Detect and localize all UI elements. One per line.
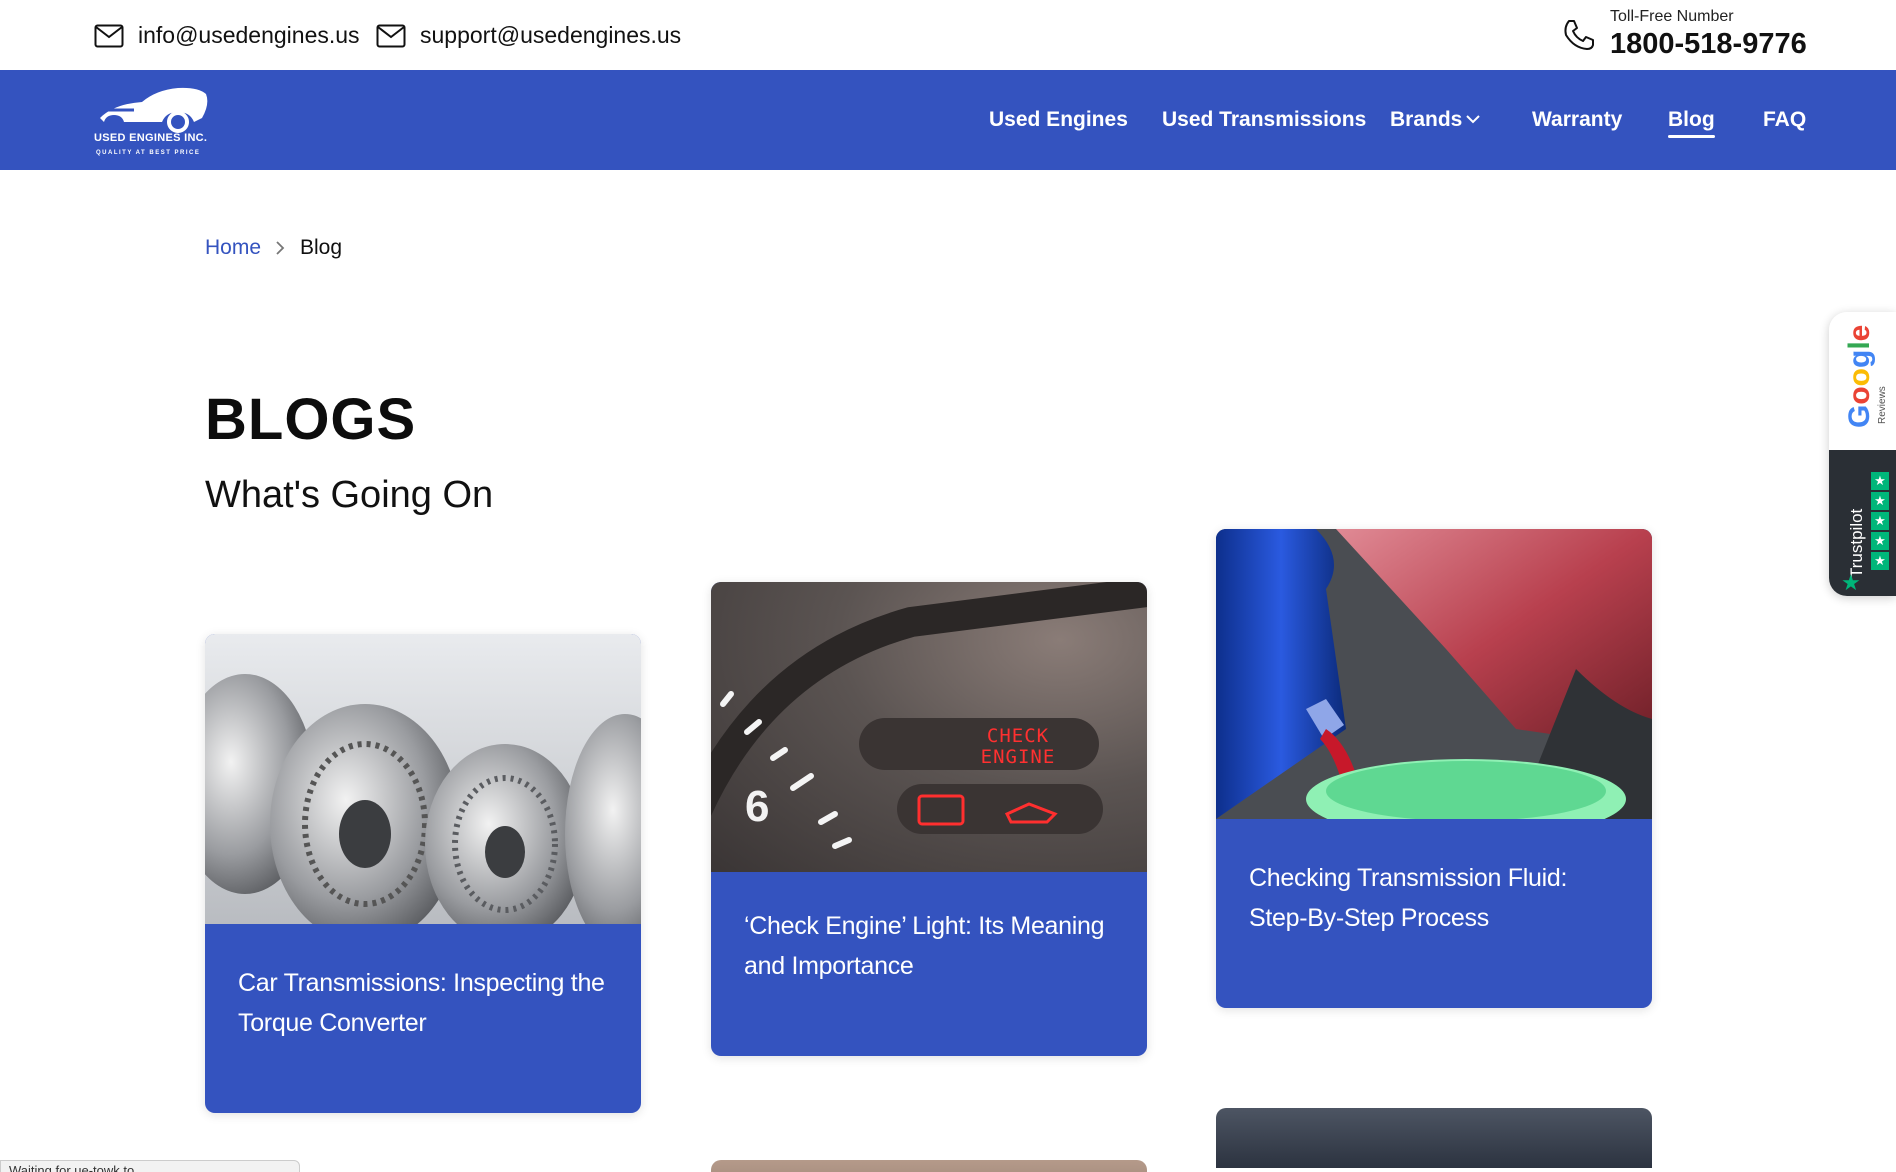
tollfree-label: Toll-Free Number — [1610, 8, 1734, 25]
torque-converter-image — [205, 634, 641, 954]
top-contact-bar: info@usedengines.us support@usedengines.… — [0, 0, 1896, 70]
check-engine-light-text: CHECK ENGINE — [980, 725, 1056, 768]
google-reviews-badge[interactable]: Google Reviews — [1829, 312, 1896, 450]
support-email-text: support@usedengines.us — [420, 22, 682, 48]
trustpilot-badge[interactable]: Trustpilot ★ ★ ★ ★ ★ ★ — [1829, 450, 1896, 596]
card-title: ‘Check Engine’ Light: Its Meaning and Im… — [744, 912, 1105, 980]
main-navbar: USED ENGINES INC. QUALITY AT BEST PRICE … — [0, 70, 1896, 170]
phone-icon[interactable] — [1562, 18, 1596, 52]
info-email-text: info@usedengines.us — [138, 22, 360, 48]
page-title: BLOGS — [205, 387, 417, 452]
star-icon: ★ — [1871, 472, 1889, 490]
page-subtitle: What's Going On — [205, 474, 494, 516]
logo-car-icon[interactable] — [94, 82, 214, 160]
nav-warranty[interactable]: Warranty — [1532, 108, 1622, 132]
nav-used-engines[interactable]: Used Engines — [989, 108, 1128, 132]
transmission-fluid-image — [1216, 529, 1652, 839]
nav-blog-label: Blog — [1668, 108, 1715, 131]
check-engine-dashboard-image: CHECK ENGINE 6 — [711, 582, 1147, 872]
gauge-number: 6 — [745, 782, 770, 831]
nav-faq[interactable]: FAQ — [1763, 108, 1806, 132]
mail-icon — [376, 24, 406, 47]
info-email-link[interactable]: info@usedengines.us — [94, 22, 360, 49]
blog-card-torque-converter[interactable]: Car Transmissions: Inspecting the Torque… — [205, 634, 641, 1113]
support-email-link[interactable]: support@usedengines.us — [376, 22, 681, 49]
star-icon: ★ — [1871, 552, 1889, 570]
trustpilot-rating-stars: ★ ★ ★ ★ ★ — [1871, 472, 1889, 572]
mail-icon — [94, 24, 124, 47]
reviews-widget[interactable]: Google Reviews Trustpilot ★ ★ ★ ★ ★ ★ — [1829, 312, 1896, 596]
dashboard-graphic — [711, 582, 1147, 849]
google-reviews-label: Reviews — [1877, 386, 1888, 424]
blog-card-transmission-fluid[interactable]: Checking Transmission Fluid: Step-By-Ste… — [1216, 529, 1652, 1008]
card-title: Checking Transmission Fluid: Step-By-Ste… — [1249, 864, 1568, 932]
star-icon: ★ — [1871, 492, 1889, 510]
breadcrumb-current: Blog — [300, 236, 343, 259]
blog-card-partial[interactable] — [1216, 1108, 1652, 1168]
chevron-down-icon[interactable] — [1466, 114, 1480, 124]
google-logo-text: Google — [1843, 324, 1876, 428]
blog-card-partial[interactable] — [711, 1160, 1147, 1172]
card-title: Car Transmissions: Inspecting the Torque… — [238, 969, 605, 1037]
nav-blog[interactable]: Blog — [1668, 108, 1715, 138]
active-underline — [1668, 135, 1715, 138]
breadcrumb-home[interactable]: Home — [205, 236, 261, 260]
brand-name: USED ENGINES INC. — [94, 132, 208, 144]
star-icon: ★ — [1871, 512, 1889, 530]
star-icon: ★ — [1871, 532, 1889, 550]
browser-status-bar: Waiting for ue-towk.to... — [0, 1160, 300, 1172]
chevron-right-icon — [276, 241, 285, 255]
nav-brands[interactable]: Brands — [1390, 108, 1462, 132]
blog-card-check-engine[interactable]: CHECK ENGINE 6 ‘Check Engine’ Light: Its… — [711, 582, 1147, 1056]
nav-used-transmissions[interactable]: Used Transmissions — [1162, 108, 1366, 132]
tollfree-number[interactable]: 1800-518-9776 — [1610, 28, 1807, 61]
brand-tagline: QUALITY AT BEST PRICE — [96, 150, 201, 156]
trustpilot-label: Trustpilot — [1847, 508, 1866, 578]
trustpilot-star-icon: ★ — [1841, 570, 1861, 595]
